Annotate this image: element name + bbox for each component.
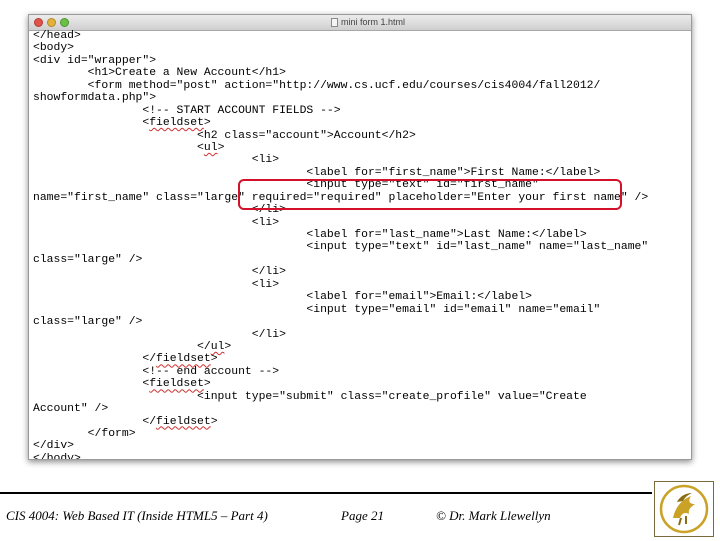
code-line: showformdata.php"> bbox=[33, 92, 689, 104]
code-token: <form method="post" action="http://www.c… bbox=[33, 79, 601, 92]
code-token-misspelled: ul bbox=[203, 141, 218, 154]
window-titlebar[interactable]: mini form 1.html bbox=[29, 15, 691, 31]
document-icon bbox=[331, 18, 338, 27]
code-line: <label for="first_name">First Name:</lab… bbox=[33, 167, 689, 179]
code-editor-area[interactable]: </head> <body> <div id="wrapper"> <h1>Crea… bbox=[33, 30, 689, 460]
code-line: <label for="email">Email:</label> bbox=[33, 291, 689, 303]
code-token: class="large" /> bbox=[33, 253, 143, 266]
code-line: </fieldset> bbox=[33, 416, 689, 428]
code-line: <li> bbox=[33, 154, 689, 166]
code-line: <li> bbox=[33, 279, 689, 291]
code-token: <li> bbox=[33, 278, 280, 291]
code-token: </ bbox=[33, 415, 157, 428]
code-line: <form method="post" action="http://www.c… bbox=[33, 80, 689, 92]
code-line: </form> bbox=[33, 428, 689, 440]
code-token: <div id="wrapper"> bbox=[33, 54, 157, 67]
code-token-misspelled: fieldset bbox=[156, 415, 211, 428]
code-token: > bbox=[203, 117, 211, 130]
code-token: > bbox=[217, 141, 225, 154]
code-token: > bbox=[210, 415, 218, 428]
code-line: <label for="last_name">Last Name:</label… bbox=[33, 229, 689, 241]
code-token: </li> bbox=[33, 328, 286, 341]
code-token: </li> bbox=[33, 266, 286, 279]
code-line: <body> bbox=[33, 42, 689, 54]
code-line: </li> bbox=[33, 204, 689, 216]
code-line: <ul> bbox=[33, 142, 689, 154]
code-line: <input type="text" id="last_name" name="… bbox=[33, 241, 689, 253]
code-line: </li> bbox=[33, 266, 689, 278]
code-token-misspelled: fieldset bbox=[156, 353, 211, 366]
code-line: <h1>Create a New Account</h1> bbox=[33, 67, 689, 79]
window-title: mini form 1.html bbox=[341, 17, 406, 27]
code-line: </head> bbox=[33, 30, 689, 42]
code-line: <div id="wrapper"> bbox=[33, 55, 689, 67]
code-token: <!-- START ACCOUNT FIELDS --> bbox=[33, 104, 341, 117]
code-line: name="first_name" class="large" required… bbox=[33, 192, 689, 204]
code-line: </div> bbox=[33, 440, 689, 452]
code-token: </ bbox=[33, 353, 157, 366]
code-token: Account" /> bbox=[33, 403, 109, 416]
code-token: <input type="submit" class="create_profi… bbox=[33, 390, 587, 403]
code-token-misspelled: fieldset bbox=[149, 378, 204, 391]
footer-page-number: Page 21 bbox=[341, 508, 384, 523]
code-token: <label for="first_name">First Name:</lab… bbox=[33, 166, 601, 179]
code-line: </li> bbox=[33, 329, 689, 341]
code-token: class="large" /> bbox=[33, 316, 143, 329]
code-token-misspelled: ul bbox=[210, 340, 225, 353]
code-token: < bbox=[33, 378, 150, 391]
code-line: <fieldset> bbox=[33, 378, 689, 390]
code-token: <li> bbox=[33, 216, 280, 229]
code-token: <body> bbox=[33, 42, 75, 55]
code-line: <!-- end account --> bbox=[33, 366, 689, 378]
code-token: </head> bbox=[33, 30, 81, 42]
code-line: <li> bbox=[33, 217, 689, 229]
code-token: <li> bbox=[33, 154, 280, 167]
code-token: <input type="email" id="email" name="ema… bbox=[33, 303, 601, 316]
code-line: <input type="email" id="email" name="ema… bbox=[33, 304, 689, 316]
code-token: < bbox=[33, 141, 204, 154]
code-line: <input type="text" id="first_name" bbox=[33, 179, 689, 191]
minimize-icon[interactable] bbox=[47, 18, 56, 27]
code-line: </ul> bbox=[33, 341, 689, 353]
code-line: Account" /> bbox=[33, 403, 689, 415]
logo-frame bbox=[654, 481, 714, 537]
code-line: </body> bbox=[33, 452, 689, 460]
text-editor-window[interactable]: mini form 1.html </head> <body> <div id="w… bbox=[28, 14, 692, 460]
code-token: </li> bbox=[33, 204, 286, 217]
code-token-misspelled: fieldset bbox=[149, 117, 204, 130]
code-token: </body> bbox=[33, 452, 81, 460]
zoom-icon[interactable] bbox=[60, 18, 69, 27]
code-token: <label for="last_name">Last Name:</label… bbox=[33, 229, 587, 241]
ucf-pegasus-logo bbox=[659, 484, 709, 534]
code-line: <input type="submit" class="create_profi… bbox=[33, 391, 689, 403]
close-icon[interactable] bbox=[34, 18, 43, 27]
code-line: <h2 class="account">Account</h2> bbox=[33, 130, 689, 142]
code-token: </ bbox=[33, 340, 211, 353]
code-token: <h2 class="account">Account</h2> bbox=[33, 129, 416, 142]
code-token: <label for="email">Email:</label> bbox=[33, 291, 532, 304]
code-token: <h1>Create a New Account</h1> bbox=[33, 67, 286, 80]
code-line: <!-- START ACCOUNT FIELDS --> bbox=[33, 105, 689, 117]
code-token: showformdata.php"> bbox=[33, 92, 157, 105]
footer-divider bbox=[0, 492, 652, 494]
code-token: </div> bbox=[33, 440, 75, 453]
code-line: class="large" /> bbox=[33, 316, 689, 328]
code-token: < bbox=[33, 117, 150, 130]
code-token: > bbox=[210, 353, 218, 366]
code-token: name="first_name" class="large" required… bbox=[33, 191, 649, 204]
code-token: <!-- end account --> bbox=[33, 365, 280, 378]
code-token: > bbox=[224, 340, 232, 353]
code-token: <input type="text" id="last_name" name="… bbox=[33, 241, 649, 254]
code-token: <input type="text" id="first_name" bbox=[33, 179, 539, 192]
code-token: </form> bbox=[33, 428, 136, 440]
code-line: class="large" /> bbox=[33, 254, 689, 266]
code-line: </fieldset> bbox=[33, 353, 689, 365]
footer-course-title: CIS 4004: Web Based IT (Inside HTML5 – P… bbox=[6, 508, 268, 523]
code-token: > bbox=[203, 378, 211, 391]
footer-author: © Dr. Mark Llewellyn bbox=[436, 508, 551, 523]
code-line: <fieldset> bbox=[33, 117, 689, 129]
